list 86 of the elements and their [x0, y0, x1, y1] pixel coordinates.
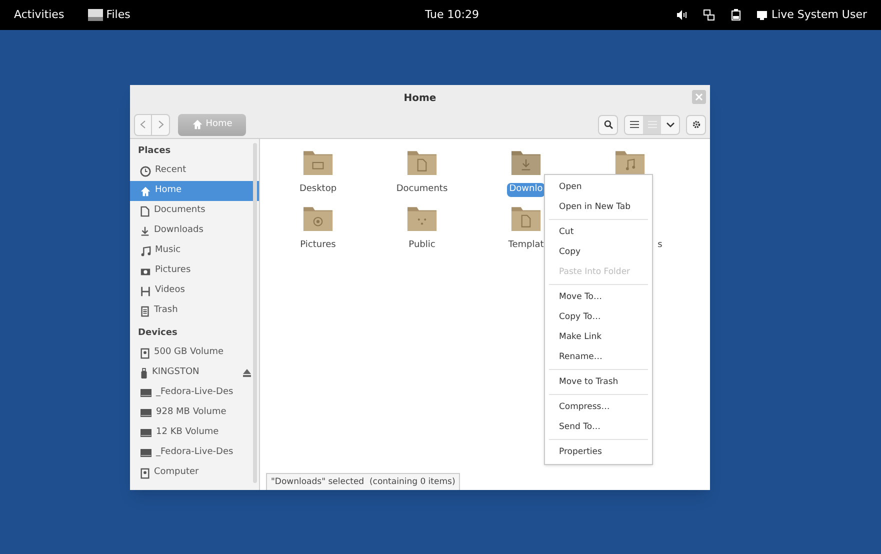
chevron-down-icon: [666, 122, 674, 128]
menu-item[interactable]: Copy: [545, 242, 652, 262]
menu-item[interactable]: Copy To…: [545, 307, 652, 327]
home-icon: [192, 119, 203, 130]
app-icon[interactable]: [88, 8, 104, 22]
folder-icon: [406, 149, 438, 176]
folder-label[interactable]: s: [656, 239, 664, 252]
drive-icon: [140, 388, 152, 398]
network-icon[interactable]: [703, 9, 716, 21]
folder-label[interactable]: Templat: [506, 239, 546, 252]
drive-icon: [140, 448, 152, 458]
film-icon: [140, 286, 151, 296]
sidebar-item[interactable]: 500 GB Volume: [130, 343, 259, 363]
sidebar-item[interactable]: 928 MB Volume: [130, 403, 259, 423]
menu-item[interactable]: Rename…: [545, 347, 652, 367]
drive-icon: [140, 408, 152, 418]
sidebar-item[interactable]: _Fedora-Live-Des: [130, 443, 259, 463]
menu-item[interactable]: Properties: [545, 442, 652, 462]
folder-icon: [510, 149, 542, 176]
sidebar-label: Pictures: [155, 264, 191, 278]
window-title: Home: [404, 92, 436, 106]
sidebar-label: Trash: [154, 304, 178, 318]
sidebar-item[interactable]: Trash: [130, 301, 259, 321]
folder-icon: [406, 205, 438, 232]
sidebar-item[interactable]: Pictures: [130, 261, 259, 281]
folder-icon: [302, 149, 334, 176]
sidebar-label: Recent: [155, 164, 186, 178]
sidebar-heading: Places: [137, 145, 172, 158]
sidebar-label: 928 MB Volume: [156, 406, 226, 420]
user-icon[interactable]: [757, 10, 768, 20]
menu-item[interactable]: Send To…: [545, 417, 652, 437]
sidebar-heading: Devices: [137, 327, 178, 340]
menu-item[interactable]: Move to Trash: [545, 372, 652, 392]
sidebar-item[interactable]: Music: [130, 241, 259, 261]
status-bar: "Downloads" selected (containing 0 items): [266, 473, 460, 490]
clock-icon: [140, 166, 151, 176]
home-icon: [140, 186, 151, 196]
sidebar-item[interactable]: _Fedora-Live-Des: [130, 383, 259, 403]
sidebar-label: Downloads: [154, 224, 204, 238]
sidebar-label: Music: [155, 244, 181, 258]
sidebar-item[interactable]: Documents: [130, 201, 259, 221]
settings-button[interactable]: [686, 114, 706, 134]
menu-item[interactable]: Open: [545, 177, 652, 197]
list-icon: [630, 121, 638, 128]
menu-item[interactable]: Compress…: [545, 397, 652, 417]
sidebar-label: Documents: [154, 204, 206, 218]
sidebar-item[interactable]: 12 KB Volume: [130, 423, 259, 443]
sidebar-label: 12 KB Volume: [156, 426, 219, 440]
search-icon: [604, 120, 612, 129]
sidebar-label: Videos: [155, 284, 185, 298]
search-button[interactable]: [598, 114, 618, 134]
trash-icon: [140, 306, 150, 316]
clock[interactable]: Tue 10:29: [425, 6, 479, 24]
speaker-icon[interactable]: [677, 10, 688, 20]
document-icon: [140, 206, 150, 216]
sidebar-item[interactable]: Computer: [130, 463, 259, 483]
folder-icon: [302, 205, 334, 232]
folder-label[interactable]: Desktop: [297, 183, 339, 196]
sidebar-label: _Fedora-Live-Des: [156, 386, 234, 400]
folder-label[interactable]: Public: [406, 239, 438, 252]
folder-label[interactable]: Documents: [394, 183, 450, 196]
settings-icon: [692, 120, 700, 129]
sidebar-label: Computer: [154, 466, 199, 480]
activities-button[interactable]: Activities: [14, 6, 64, 24]
folder-icon: [510, 205, 542, 232]
sidebar-item[interactable]: Videos: [130, 281, 259, 301]
sidebar-label: 500 GB Volume: [154, 346, 224, 360]
usb-stick-icon: [140, 368, 148, 378]
app-name[interactable]: Files: [106, 6, 130, 24]
sidebar-label: Home: [155, 184, 182, 198]
menu-item[interactable]: Cut: [545, 222, 652, 242]
music-note-icon: [140, 246, 151, 256]
folder-label[interactable]: Pictures: [298, 239, 338, 252]
sidebar-item[interactable]: Downloads: [130, 221, 259, 241]
battery-icon[interactable]: [731, 9, 742, 21]
user-menu[interactable]: Live System User: [771, 6, 867, 24]
sidebar-label: _Fedora-Live-Des: [156, 446, 234, 460]
sidebar-item[interactable]: KINGSTON: [130, 363, 259, 383]
sidebar-label: KINGSTON: [152, 366, 200, 380]
sidebar-item[interactable]: Recent: [130, 161, 259, 181]
menu-item[interactable]: Move To…: [545, 287, 652, 307]
eject-icon[interactable]: [243, 369, 251, 377]
drive-icon: [140, 428, 152, 438]
menu-item[interactable]: Make Link: [545, 327, 652, 347]
download-icon: [140, 226, 150, 236]
menu-item[interactable]: Open in New Tab: [545, 197, 652, 217]
